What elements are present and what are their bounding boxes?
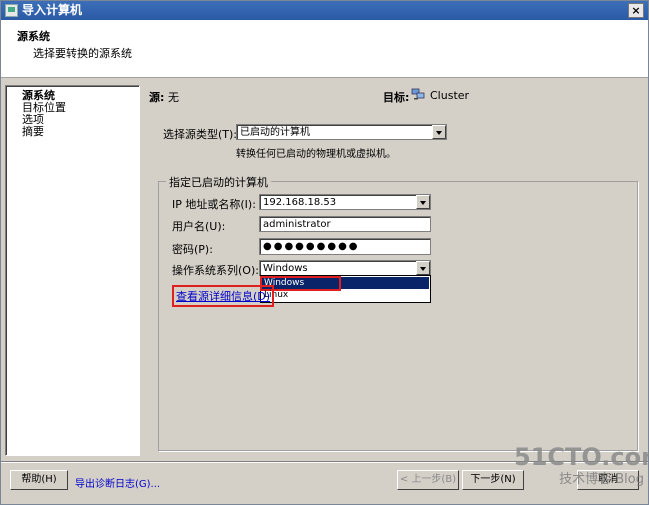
ip-address-value: 192.168.18.53 (263, 197, 337, 208)
os-family-value: Windows (263, 263, 308, 274)
source-value: 无 (168, 91, 179, 104)
chevron-down-icon[interactable] (432, 125, 446, 139)
password-label: 密码(P): (172, 243, 213, 256)
os-family-dropdown-list: Windows Linux (260, 275, 431, 303)
wizard-header: 源系统 选择要转换的源系统 (1, 20, 648, 78)
ip-address-combo[interactable]: 192.168.18.53 (259, 194, 431, 210)
title-bar[interactable]: 导入计算机 × (1, 1, 648, 20)
page-title: 源系统 (17, 30, 50, 43)
chevron-down-icon[interactable] (416, 261, 430, 275)
watermark-line1: 51CTO.com (514, 443, 649, 471)
username-field[interactable]: administrator (259, 216, 431, 232)
back-button[interactable]: < 上一步(B) (397, 470, 459, 490)
sidebar-item-summary[interactable]: 摘要 (22, 126, 44, 138)
os-option-linux[interactable]: Linux (262, 289, 429, 301)
target-value: Cluster (430, 89, 470, 102)
import-computer-window: 导入计算机 × 源系统 选择要转换的源系统 源系统 目标位置 选项 摘要 源: … (0, 0, 649, 505)
help-button[interactable]: 帮助(H) (10, 470, 68, 490)
group-title: 指定已启动的计算机 (166, 174, 271, 190)
password-value: ●●●●●●●●● (263, 241, 360, 252)
source-type-value: 已启动的计算机 (240, 127, 310, 138)
username-value: administrator (263, 219, 331, 230)
password-field[interactable]: ●●●●●●●●● (259, 238, 431, 255)
username-label: 用户名(U): (172, 220, 226, 233)
window-title: 导入计算机 (22, 3, 83, 17)
watermark: 51CTO.com 技术博客 Blog (514, 442, 649, 502)
source-label: 源: (149, 91, 165, 104)
ip-label: IP 地址或名称(I): (172, 198, 256, 211)
export-diagnostic-log-link[interactable]: 导出诊断日志(G)... (75, 475, 160, 490)
watermark-line2: 技术博客 Blog (559, 472, 644, 487)
app-icon (5, 4, 18, 17)
source-type-label: 选择源类型(T): (163, 128, 238, 141)
os-option-windows[interactable]: Windows (260, 276, 429, 291)
os-family-label: 操作系统系列(O): (172, 264, 259, 277)
cluster-icon (411, 88, 425, 100)
chevron-down-icon[interactable] (416, 195, 430, 209)
view-source-details-link[interactable]: 查看源详细信息(D) (172, 285, 275, 307)
main-panel: 源: 无 目标: Cluster 选择源类型(T): 已启动的计算机 转换任何已… (140, 85, 644, 456)
close-button[interactable]: × (628, 3, 644, 18)
source-type-select[interactable]: 已启动的计算机 (236, 124, 447, 140)
target-label: 目标: (383, 91, 410, 104)
page-subtitle: 选择要转换的源系统 (33, 47, 132, 60)
wizard-steps-sidebar: 源系统 目标位置 选项 摘要 (5, 85, 140, 456)
source-type-hint: 转换任何已启动的物理机或虚拟机。 (236, 149, 396, 160)
os-family-select[interactable]: Windows (259, 260, 431, 276)
